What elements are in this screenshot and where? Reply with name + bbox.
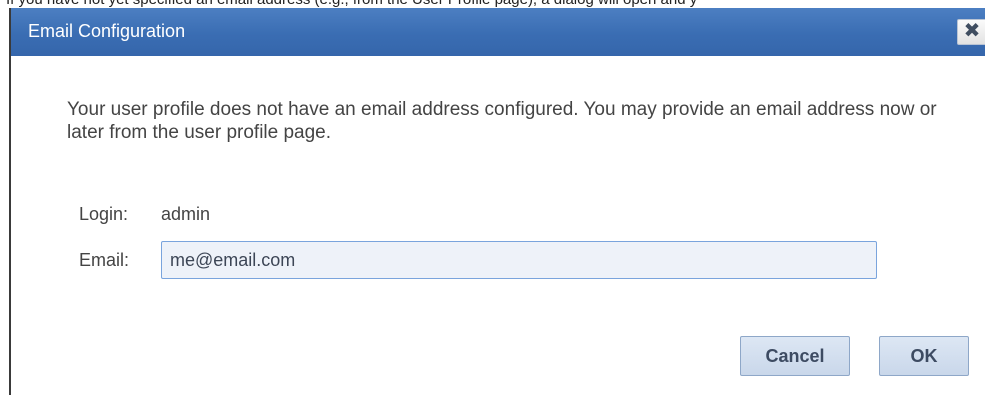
email-label: Email: — [79, 250, 130, 270]
login-value: admin — [161, 204, 211, 224]
page: If you have not yet specified an email a… — [0, 0, 985, 395]
close-icon: ✖ — [963, 20, 981, 42]
background-instruction-text: If you have not yet specified an email a… — [6, 0, 697, 8]
dialog-title: Email Configuration — [28, 21, 186, 41]
email-field[interactable] — [161, 241, 877, 279]
login-label: Login: — [79, 204, 129, 224]
ok-button[interactable]: OK — [879, 336, 969, 376]
dialog-message: Your user profile does not have an email… — [67, 99, 937, 143]
cancel-button[interactable]: Cancel — [740, 336, 850, 376]
dialog-titlebar[interactable]: Email Configuration ✖ — [11, 8, 985, 56]
email-configuration-dialog: Email Configuration ✖ Your user profile … — [9, 8, 985, 395]
close-button[interactable]: ✖ — [957, 19, 985, 45]
